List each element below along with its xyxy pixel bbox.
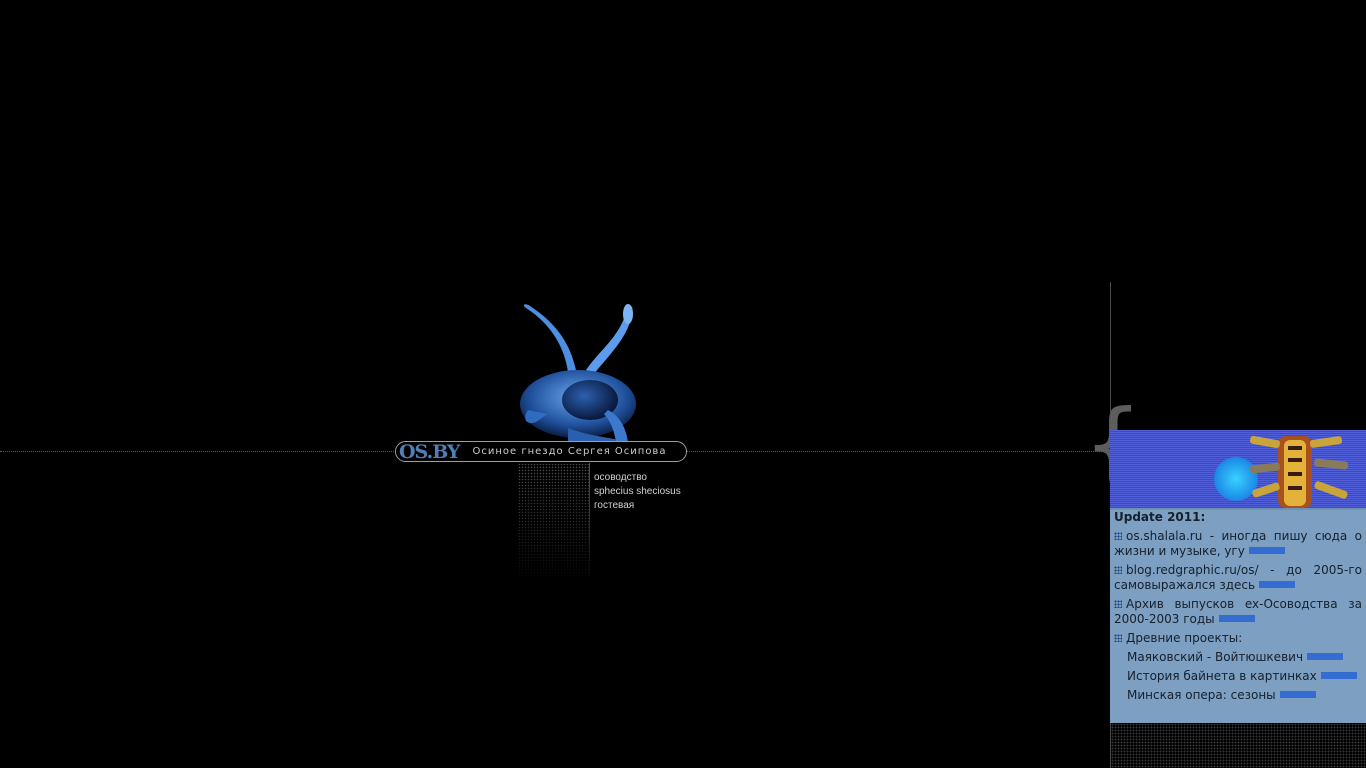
site-logo[interactable]: OS.BY	[399, 442, 460, 462]
menu-item-sphecius[interactable]: sphecius sheciosus	[594, 485, 681, 499]
dotted-arrow-icon[interactable]	[1218, 615, 1255, 622]
dot-grid-icon	[1114, 600, 1122, 608]
dot-grid-icon	[1114, 634, 1122, 642]
update-entry: os.shalala.ru - иногда пишу сюда о жизни…	[1114, 529, 1362, 559]
menu-item-osovodstvo[interactable]: осоводство	[594, 471, 681, 485]
wasp-image	[520, 304, 636, 442]
updates-panel: Update 2011: os.shalala.ru - иногда пишу…	[1110, 430, 1366, 723]
updates-list: Update 2011: os.shalala.ru - иногда пишу…	[1114, 510, 1362, 707]
totem-icon	[1214, 435, 1349, 508]
old-project-label: Минская опера: сезоны	[1127, 688, 1276, 702]
update-entry-text: blog.redgraphic.ru/os/ - до 2005-го само…	[1114, 563, 1362, 592]
dotted-arrow-icon[interactable]	[1320, 672, 1357, 679]
site-header-bar: OS.BY Осиное гнездо Сергея Осипова	[395, 441, 687, 462]
menu-divider	[589, 463, 590, 585]
dot-grid-icon	[1114, 566, 1122, 574]
site-tagline: Осиное гнездо Сергея Осипова	[472, 445, 667, 457]
dotted-arrow-icon[interactable]	[1279, 691, 1316, 698]
menu-item-guestbook[interactable]: гостевая	[594, 499, 681, 513]
updates-title: Update 2011:	[1114, 510, 1206, 524]
dotted-fade-decoration	[518, 463, 590, 585]
old-projects-title: Древние проекты:	[1126, 631, 1243, 645]
dotted-arrow-icon[interactable]	[1307, 653, 1344, 660]
page: OS.BY Осиное гнездо Сергея Осипова осово…	[0, 0, 1366, 768]
old-project-item[interactable]: Минская опера: сезоны	[1127, 688, 1362, 703]
update-entry: blog.redgraphic.ru/os/ - до 2005-го само…	[1114, 563, 1362, 593]
dot-grid-icon	[1114, 532, 1122, 540]
panel-footer-texture	[1111, 723, 1366, 768]
old-project-label: История байнета в картинках	[1127, 669, 1317, 683]
old-project-item[interactable]: История байнета в картинках	[1127, 669, 1362, 684]
panel-banner	[1110, 430, 1366, 508]
dotted-arrow-icon[interactable]	[1248, 547, 1285, 554]
update-entry-text: os.shalala.ru - иногда пишу сюда о жизни…	[1114, 529, 1362, 558]
main-menu: осоводство sphecius sheciosus гостевая	[594, 471, 681, 513]
update-entry: Архив выпусков ex-Осоводства за 2000-200…	[1114, 597, 1362, 627]
old-project-item[interactable]: Маяковский - Войтюшкевич	[1127, 650, 1362, 665]
old-project-label: Маяковский - Войтюшкевич	[1127, 650, 1304, 664]
dotted-arrow-icon[interactable]	[1259, 581, 1296, 588]
old-projects-header: Древние проекты:	[1114, 631, 1362, 646]
